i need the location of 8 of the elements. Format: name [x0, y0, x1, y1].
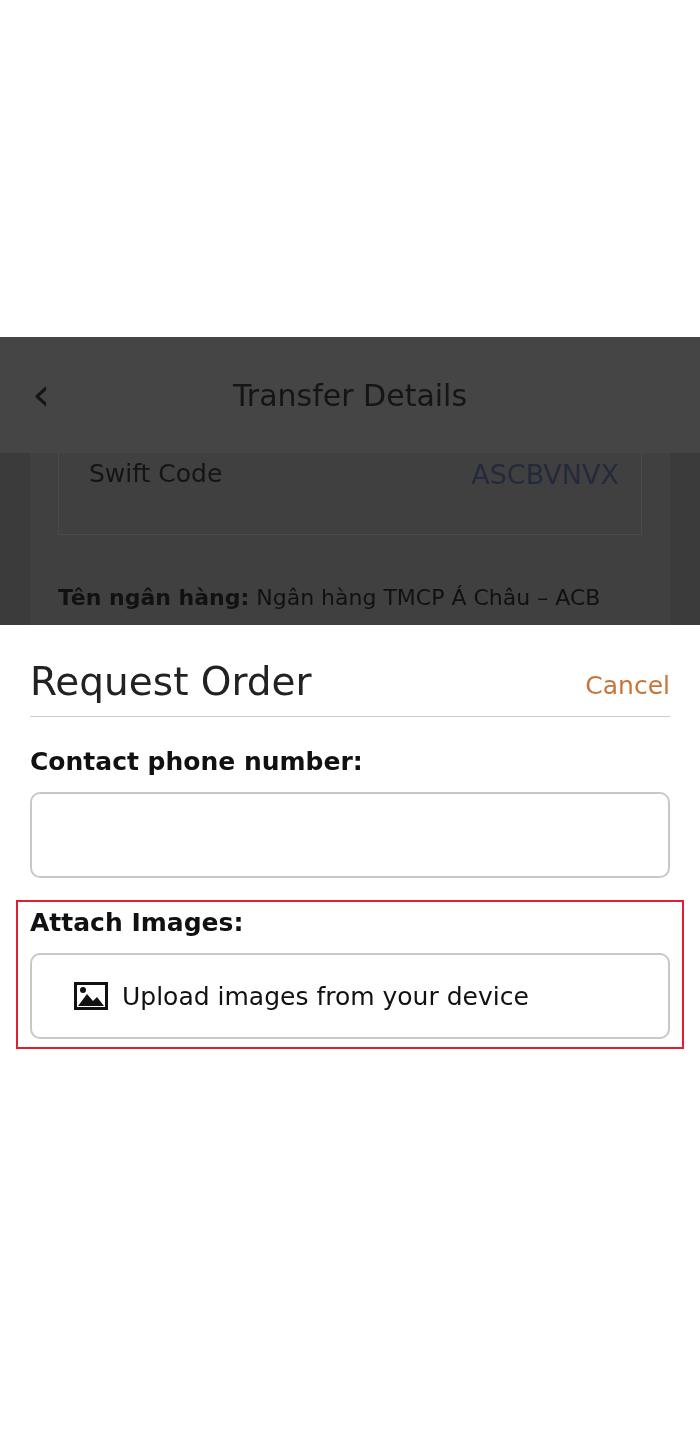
upload-button[interactable]: Upload images from your device	[30, 953, 670, 1039]
image-icon	[74, 982, 108, 1010]
field-label: Contact phone number:	[30, 747, 364, 776]
field-label: Attach Images:	[30, 908, 245, 937]
sheet-title: Request Order	[30, 659, 312, 704]
back-button[interactable]: ‹	[32, 371, 51, 417]
cancel-button[interactable]: Cancel	[585, 671, 670, 704]
phone-input-field[interactable]	[30, 792, 670, 878]
